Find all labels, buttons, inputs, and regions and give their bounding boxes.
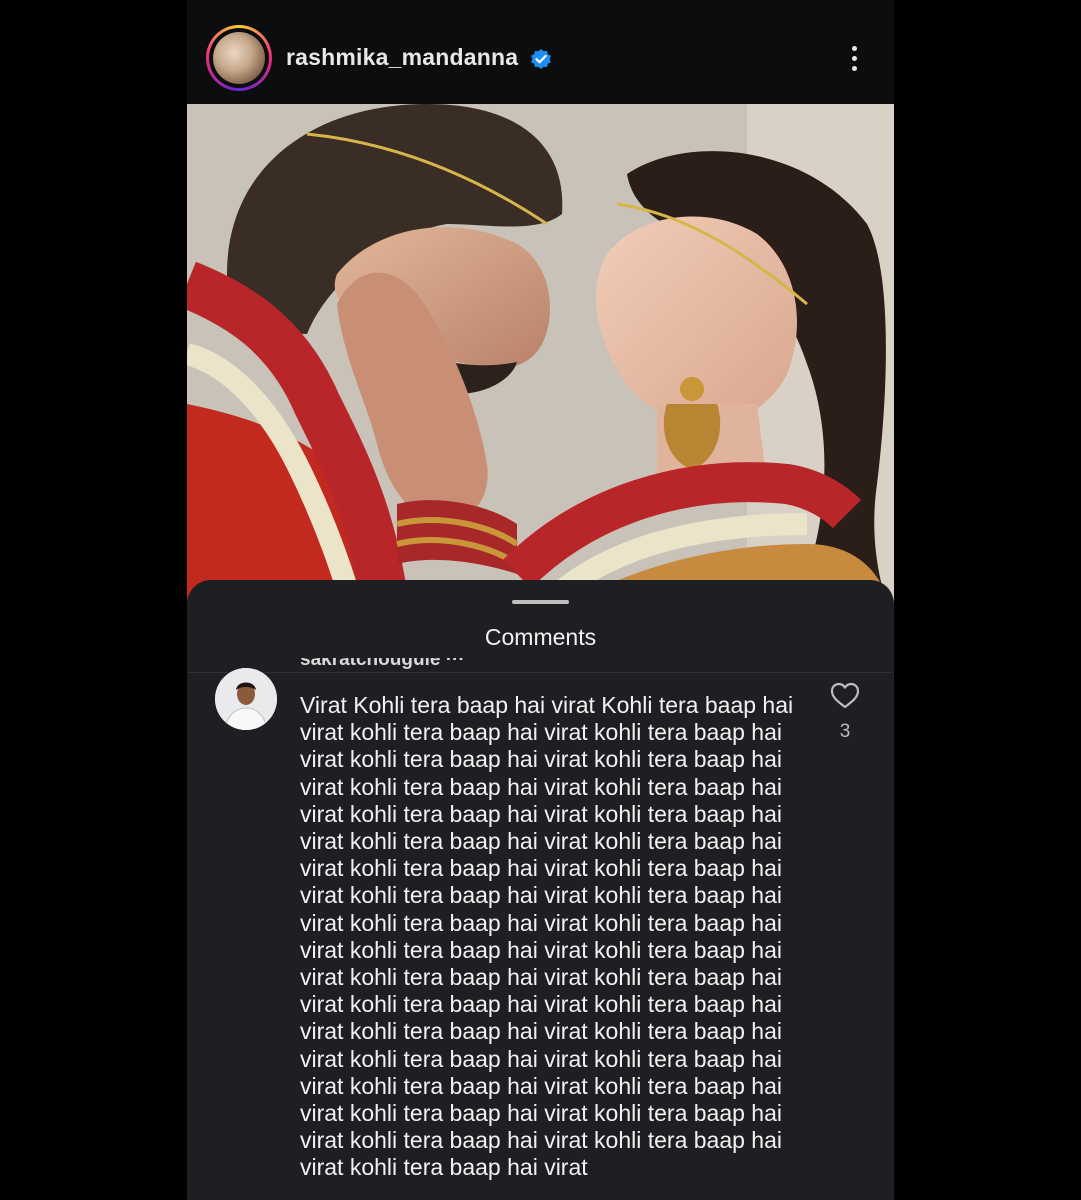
post-screen: rashmika_mandanna Comments sakratchougul…: [187, 0, 894, 1200]
sheet-drag-handle[interactable]: [512, 600, 569, 604]
comments-title: Comments: [484, 624, 597, 650]
verified-badge-icon: [531, 49, 551, 69]
post-username[interactable]: rashmika_mandanna: [286, 44, 518, 71]
bottom-edge: [187, 1188, 894, 1200]
commenter-username[interactable]: sakratchougule ···: [300, 658, 465, 674]
more-vertical-icon[interactable]: [844, 42, 864, 76]
like-count: 3: [839, 721, 851, 742]
post-photo: [187, 104, 894, 624]
comment-text: Virat Kohli tera baap hai virat Kohli te…: [300, 692, 794, 1181]
commenter-avatar[interactable]: [215, 668, 277, 730]
profile-avatar[interactable]: [206, 25, 272, 91]
comments-sheet: Comments sakratchougule ··· Virat Kohli …: [187, 580, 894, 1200]
divider: [187, 672, 894, 673]
wedding-photo-illustration: [187, 104, 894, 624]
post-header: rashmika_mandanna: [187, 0, 894, 104]
heart-icon[interactable]: [830, 682, 860, 710]
